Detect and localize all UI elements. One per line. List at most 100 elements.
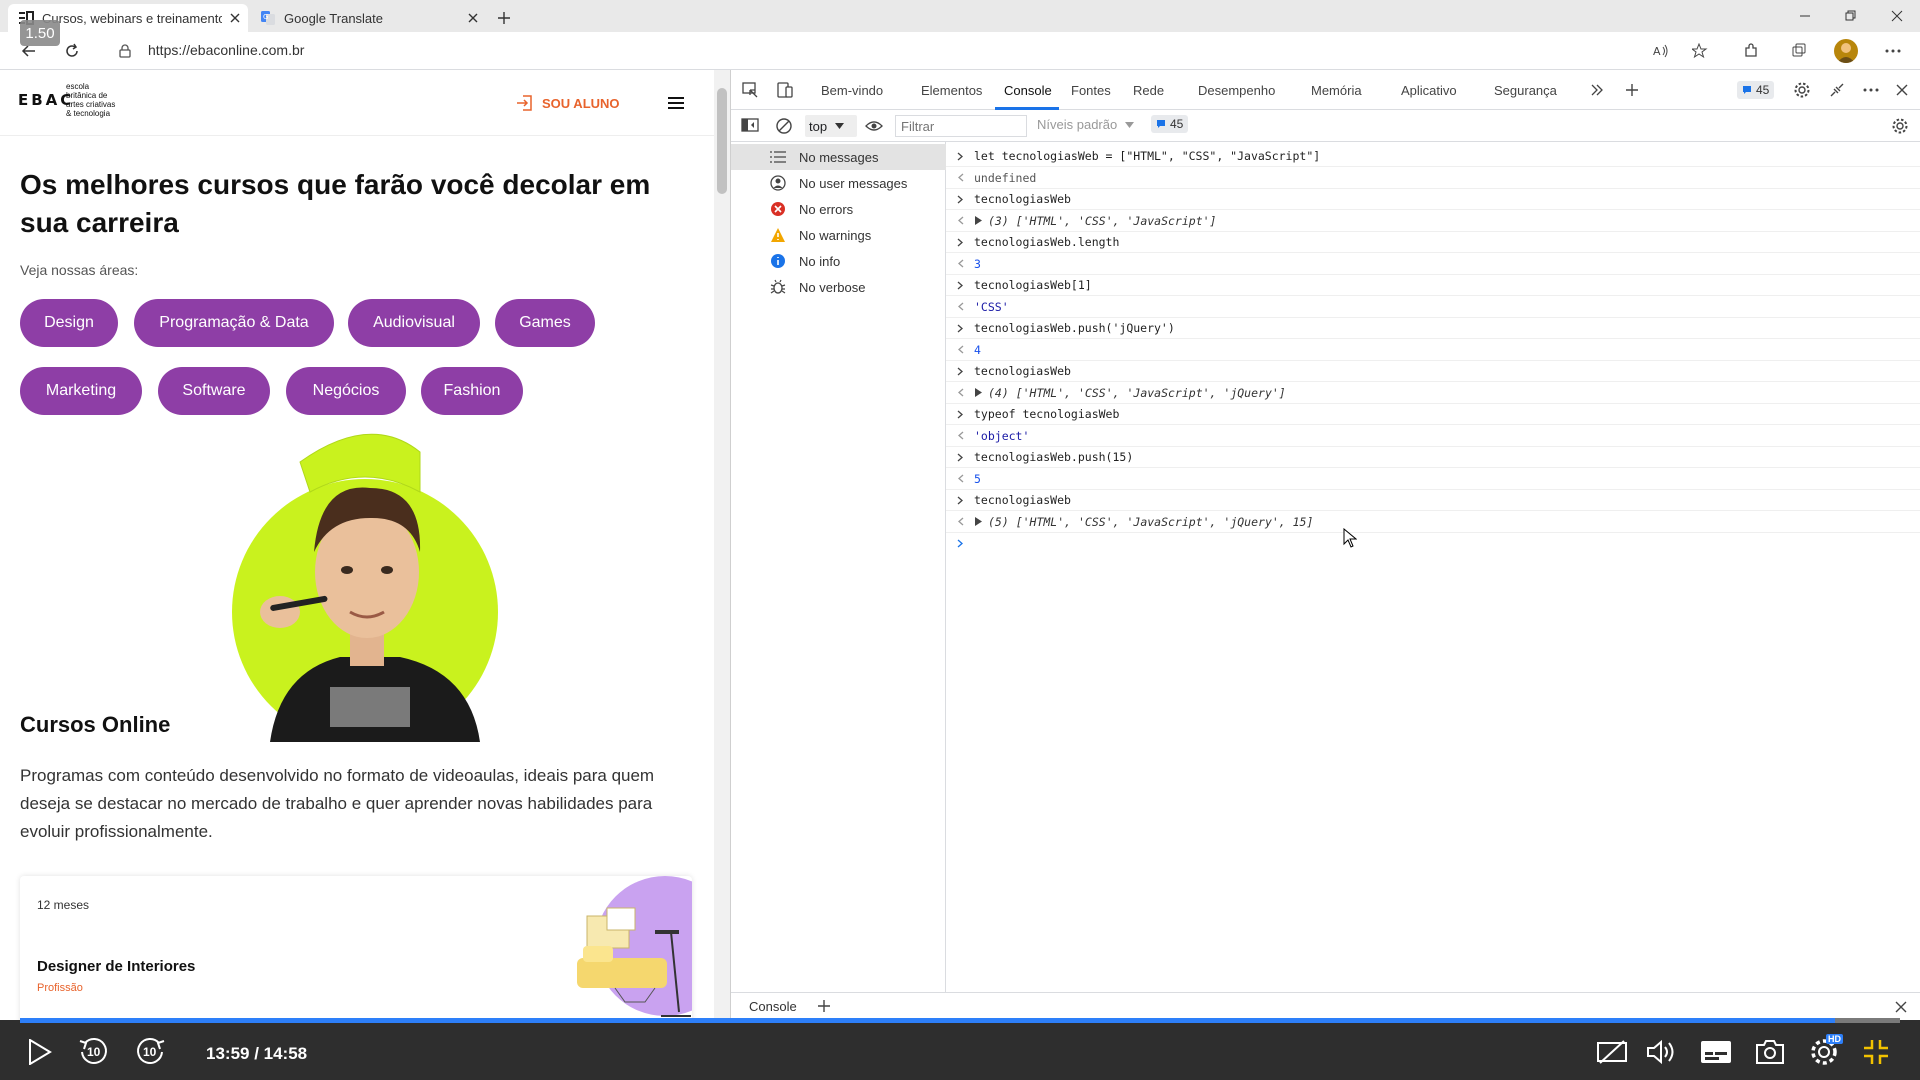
close-tab-icon[interactable]	[222, 5, 248, 31]
log-levels-dropdown[interactable]: Níveis padrão	[1037, 117, 1135, 132]
skip-forward-button[interactable]: 10	[132, 1034, 168, 1070]
exit-fullscreen-icon[interactable]	[1858, 1034, 1894, 1070]
device-emulation-icon[interactable]	[776, 70, 794, 110]
clear-console-icon[interactable]	[775, 117, 793, 135]
sou-aluno-link[interactable]: SOU ALUNO	[516, 94, 620, 112]
video-progress-bar[interactable]	[20, 1018, 1900, 1023]
course-kind: Profissão	[37, 982, 83, 994]
console-input-line[interactable]: tecnologiasWeb.length	[946, 232, 1920, 253]
area-pill-audiovisual[interactable]: Audiovisual	[348, 299, 480, 347]
favorite-star-icon[interactable]	[1685, 36, 1715, 66]
subtitles-icon[interactable]	[1698, 1034, 1734, 1070]
close-drawer-icon[interactable]	[1895, 1001, 1907, 1013]
sidebar-item-user-messages[interactable]: No user messages	[731, 170, 946, 196]
console-issues-badge[interactable]: 45	[1151, 115, 1189, 133]
devtools-settings-gear-icon[interactable]	[1793, 70, 1811, 110]
add-tab-icon[interactable]	[1625, 70, 1639, 110]
console-output-line[interactable]: (4) ['HTML', 'CSS', 'JavaScript', 'jQuer…	[946, 383, 1920, 404]
restore-icon[interactable]	[1828, 0, 1874, 32]
sidebar-item-info[interactable]: No info	[731, 248, 946, 274]
extensions-icon[interactable]	[1736, 36, 1766, 66]
live-expression-eye-icon[interactable]	[865, 117, 883, 135]
console-filter-input[interactable]	[895, 115, 1027, 137]
toggle-sidebar-icon[interactable]	[741, 117, 759, 133]
console-prompt[interactable]	[946, 533, 1920, 554]
screenshot-camera-icon[interactable]	[1752, 1034, 1788, 1070]
inspect-element-icon[interactable]	[741, 70, 759, 110]
course-card[interactable]: 12 meses Designer de Interiores Profissã…	[20, 876, 692, 1020]
console-output-line[interactable]: (5) ['HTML', 'CSS', 'JavaScript', 'jQuer…	[946, 512, 1920, 533]
volume-icon[interactable]	[1644, 1034, 1680, 1070]
tab-bem-vindo[interactable]: Bem-vindo	[821, 70, 883, 110]
more-menu-icon[interactable]	[1878, 36, 1908, 66]
more-tabs-icon[interactable]	[1591, 70, 1603, 110]
console-settings-gear-icon[interactable]	[1891, 117, 1909, 135]
site-scrollbar[interactable]	[714, 70, 730, 1020]
tab-rede[interactable]: Rede	[1133, 70, 1164, 110]
drawer-add-tab-icon[interactable]	[817, 999, 831, 1013]
tab-seguranca[interactable]: Segurança	[1494, 70, 1557, 110]
devtools-more-icon[interactable]	[1863, 70, 1879, 110]
console-input-line[interactable]: tecnologiasWeb	[946, 189, 1920, 210]
video-settings-button[interactable]: HD	[1806, 1034, 1843, 1070]
read-aloud-icon[interactable]: A	[1646, 36, 1676, 66]
sidebar-item-messages[interactable]: No messages	[731, 144, 946, 170]
tab-memoria[interactable]: Memória	[1311, 70, 1362, 110]
tab-desempenho[interactable]: Desempenho	[1198, 70, 1275, 110]
skip-back-button[interactable]: 10	[76, 1034, 112, 1070]
console-input-line[interactable]: let tecnologiasWeb = ["HTML", "CSS", "Ja…	[946, 146, 1920, 167]
sidebar-item-verbose[interactable]: No verbose	[731, 274, 946, 300]
console-input-line[interactable]: tecnologiasWeb.push(15)	[946, 447, 1920, 468]
console-output-line[interactable]: 5	[946, 469, 1920, 490]
tab-google-translate[interactable]: G Google Translate	[250, 4, 486, 32]
close-devtools-icon[interactable]	[1896, 70, 1908, 110]
profile-avatar[interactable]	[1834, 39, 1858, 63]
sidebar-item-warnings[interactable]: No warnings	[731, 222, 946, 248]
play-icon[interactable]	[22, 1034, 58, 1070]
area-pill-marketing[interactable]: Marketing	[20, 367, 142, 415]
connected-devices-icon[interactable]	[1828, 70, 1846, 110]
console-input-line[interactable]: typeof tecnologiasWeb	[946, 404, 1920, 425]
console-output[interactable]: let tecnologiasWeb = ["HTML", "CSS", "Ja…	[946, 142, 1920, 992]
area-pill-design[interactable]: Design	[20, 299, 118, 347]
console-output-line[interactable]: (3) ['HTML', 'CSS', 'JavaScript']	[946, 211, 1920, 232]
context-selector[interactable]: top	[805, 115, 857, 137]
area-pill-games[interactable]: Games	[495, 299, 595, 347]
console-output-line[interactable]: 'CSS'	[946, 297, 1920, 318]
console-input-line[interactable]: tecnologiasWeb.push('jQuery')	[946, 318, 1920, 339]
ebac-logo[interactable]: EBAC escola britânica de artes criativas…	[18, 82, 115, 118]
console-toolbar: top Níveis padrão 45	[731, 110, 1920, 142]
console-output-line[interactable]: 'object'	[946, 426, 1920, 447]
drawer-tab-console[interactable]: Console	[749, 999, 797, 1014]
expand-triangle-icon[interactable]	[974, 517, 982, 526]
console-input-line[interactable]: tecnologiasWeb	[946, 490, 1920, 511]
console-input-line[interactable]: tecnologiasWeb[1]	[946, 275, 1920, 296]
tab-console[interactable]: Console	[1004, 70, 1052, 110]
reload-icon[interactable]	[57, 36, 87, 66]
lock-icon[interactable]	[110, 36, 140, 66]
collections-icon[interactable]	[1784, 36, 1814, 66]
minimize-icon[interactable]	[1782, 0, 1828, 32]
hamburger-menu-icon[interactable]	[668, 96, 684, 110]
scrollbar-thumb[interactable]	[717, 88, 727, 194]
tab-aplicativo[interactable]: Aplicativo	[1401, 70, 1457, 110]
expand-triangle-icon[interactable]	[974, 388, 982, 397]
console-output-line[interactable]: undefined	[946, 168, 1920, 189]
expand-triangle-icon[interactable]	[974, 216, 982, 225]
sidebar-item-errors[interactable]: No errors	[731, 196, 946, 222]
new-tab-icon[interactable]	[492, 6, 516, 30]
area-pill-fashion[interactable]: Fashion	[421, 367, 523, 415]
area-pill-negocios[interactable]: Negócios	[286, 367, 406, 415]
close-tab-icon[interactable]	[460, 5, 486, 31]
tab-elementos[interactable]: Elementos	[921, 70, 982, 110]
issues-badge[interactable]: 45	[1737, 70, 1775, 110]
console-output-line[interactable]: 3	[946, 254, 1920, 275]
picture-in-picture-icon[interactable]	[1594, 1034, 1630, 1070]
console-input-line[interactable]: tecnologiasWeb	[946, 361, 1920, 382]
address-bar[interactable]: https://ebaconline.com.br	[148, 42, 304, 58]
tab-fontes[interactable]: Fontes	[1071, 70, 1111, 110]
console-output-line[interactable]: 4	[946, 340, 1920, 361]
area-pill-software[interactable]: Software	[158, 367, 270, 415]
area-pill-programacao[interactable]: Programação & Data	[134, 299, 334, 347]
close-window-icon[interactable]	[1874, 0, 1920, 32]
